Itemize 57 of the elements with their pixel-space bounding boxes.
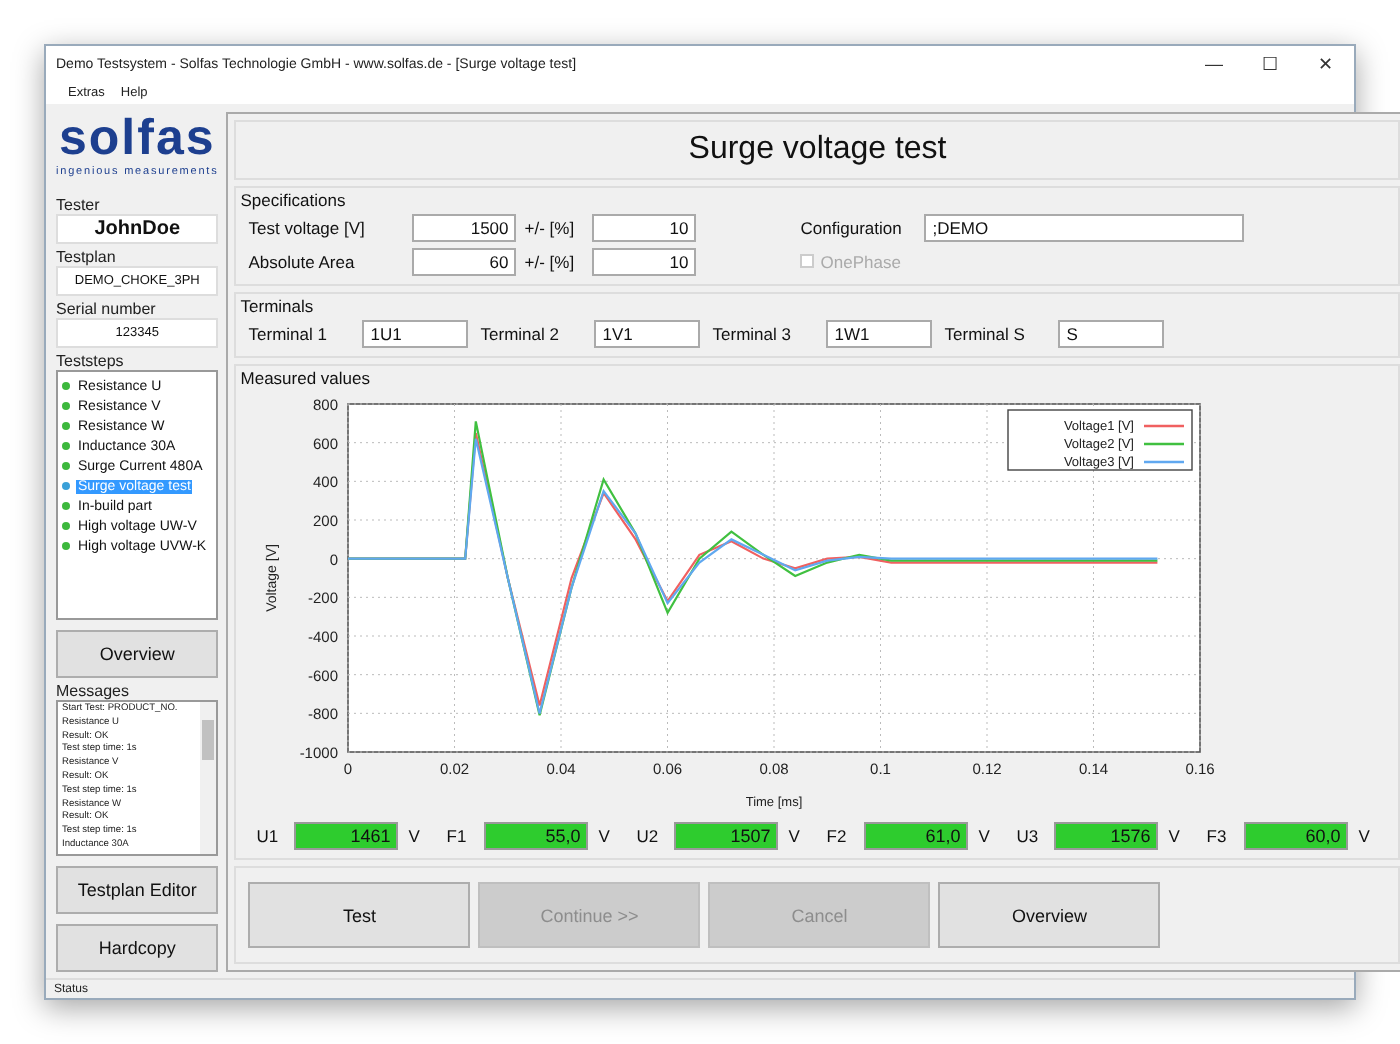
- result-field: 60,0: [1244, 822, 1349, 850]
- field-label: Testplan: [56, 248, 118, 266]
- result-label: F2: [826, 826, 849, 846]
- result-label: U2: [636, 826, 661, 846]
- unit-label: V: [598, 826, 612, 846]
- unit-label: V: [1358, 826, 1372, 846]
- result-label: F1: [446, 826, 469, 846]
- spec-field[interactable]: 1500: [412, 213, 517, 241]
- terminal-label: Terminal S: [944, 323, 1027, 343]
- group-title: Measured values: [240, 368, 372, 388]
- result-field: 1507: [674, 822, 779, 850]
- tolerance-label: +/- [%]: [522, 217, 577, 237]
- tolerance-label: +/- [%]: [522, 251, 577, 271]
- unit-label: V: [1168, 826, 1182, 846]
- unit-label: V: [788, 826, 802, 846]
- configuration-label: Configuration: [800, 217, 904, 237]
- window-control[interactable]: ☐: [1242, 54, 1298, 74]
- action-button[interactable]: Test: [248, 882, 471, 948]
- configuration-field[interactable]: ;DEMO: [924, 213, 1245, 241]
- spec-label: Absolute Area: [248, 251, 357, 271]
- unit-label: V: [978, 826, 992, 846]
- window-control[interactable]: ✕: [1298, 54, 1354, 74]
- scrollbar[interactable]: [200, 702, 217, 854]
- checkbox-label: OnePhase: [820, 251, 901, 271]
- result-field: 1576: [1054, 822, 1159, 850]
- side-button[interactable]: Testplan Editor: [56, 866, 219, 914]
- logo: solfas: [59, 112, 216, 166]
- field-label: Messages: [56, 682, 131, 700]
- tolerance-field[interactable]: 10: [592, 213, 697, 241]
- tolerance-field[interactable]: 10: [592, 247, 697, 275]
- terminal-field[interactable]: 1U1: [362, 319, 469, 347]
- result-field: 1461: [294, 822, 399, 850]
- tester-field[interactable]: JohnDoe: [56, 214, 219, 244]
- terminal-field[interactable]: 1V1: [594, 319, 701, 347]
- terminal-label: Terminal 3: [712, 323, 793, 343]
- overview-button[interactable]: Overview: [56, 630, 219, 678]
- result-field: 55,0: [484, 822, 589, 850]
- result-label: F3: [1206, 826, 1229, 846]
- spec-label: Test voltage [V]: [248, 217, 367, 237]
- group-title: Specifications: [240, 190, 348, 210]
- action-button[interactable]: Overview: [938, 882, 1161, 948]
- unit-label: V: [408, 826, 422, 846]
- field-label: Teststeps: [56, 352, 126, 370]
- test-heading: Surge voltage test: [688, 132, 947, 168]
- side-button[interactable]: Hardcopy: [56, 924, 219, 972]
- terminal-label: Terminal 2: [480, 323, 561, 343]
- result-field: 61,0: [864, 822, 969, 850]
- terminal-label: Terminal 1: [248, 323, 329, 343]
- terminal-field[interactable]: 1W1: [826, 319, 933, 347]
- window-control[interactable]: —: [1186, 54, 1242, 74]
- field-label: Tester: [56, 196, 102, 214]
- terminal-field[interactable]: S: [1058, 319, 1165, 347]
- group-title: Terminals: [240, 296, 316, 316]
- result-label: U3: [1016, 826, 1041, 846]
- field-label: Serial number: [56, 300, 158, 318]
- result-label: U1: [256, 826, 281, 846]
- spec-field[interactable]: 60: [412, 247, 517, 275]
